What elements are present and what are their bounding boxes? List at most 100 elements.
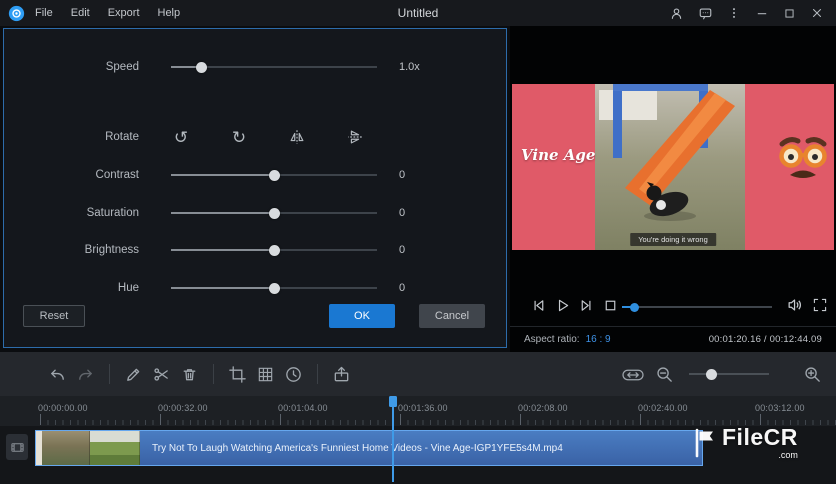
- filecr-flag-icon: [695, 428, 713, 458]
- contrast-value: 0: [399, 169, 406, 181]
- ok-button[interactable]: OK: [329, 304, 395, 328]
- contrast-slider-handle[interactable]: [268, 169, 280, 181]
- app-logo-icon: [8, 5, 25, 22]
- rotate-label: Rotate: [105, 131, 139, 143]
- close-button[interactable]: [810, 6, 824, 20]
- hue-slider[interactable]: [171, 280, 377, 296]
- duration-icon[interactable]: [284, 365, 303, 384]
- clip-thumbnail: [90, 431, 140, 465]
- cancel-button[interactable]: Cancel: [419, 304, 485, 328]
- hue-slider-handle[interactable]: [268, 282, 280, 294]
- toolbar-divider: [213, 364, 214, 384]
- video-track-icon: [6, 434, 28, 460]
- menu-help[interactable]: Help: [158, 7, 181, 19]
- saturation-value: 0: [399, 207, 406, 219]
- maximize-button[interactable]: [783, 7, 796, 20]
- toolbar-divider: [109, 364, 110, 384]
- feedback-icon[interactable]: [698, 6, 713, 21]
- delete-icon[interactable]: [180, 365, 199, 384]
- rotate-left-icon[interactable]: ↺: [171, 127, 191, 147]
- volume-icon[interactable]: [786, 296, 804, 314]
- ruler-label: 00:02:08.00: [518, 403, 568, 413]
- ruler-label: 00:01:04.00: [278, 403, 328, 413]
- speed-slider[interactable]: [171, 59, 377, 75]
- next-frame-button[interactable]: [578, 297, 595, 314]
- time-display: 00:01:20.16 / 00:12:44.09: [708, 334, 822, 345]
- export-icon[interactable]: [332, 365, 351, 384]
- hue-value: 0: [399, 282, 406, 294]
- saturation-slider-handle[interactable]: [268, 207, 280, 219]
- menu-file[interactable]: File: [35, 7, 53, 19]
- contrast-label: Contrast: [95, 169, 139, 181]
- ruler-ticks-major: [40, 414, 836, 425]
- reset-button[interactable]: Reset: [23, 305, 85, 327]
- preview-info-bar: Aspect ratio: 16 : 9 00:01:20.16 / 00:12…: [510, 326, 836, 352]
- video-caption: You're doing it wrong: [630, 233, 716, 246]
- zoom-in-icon[interactable]: [803, 365, 822, 384]
- fit-timeline-icon[interactable]: [620, 365, 646, 384]
- rotate-buttons: ↺ ↻: [171, 127, 365, 147]
- speed-row: Speed 1.0x: [4, 55, 506, 79]
- speed-slider-handle[interactable]: [196, 61, 208, 73]
- minimize-button[interactable]: [755, 6, 769, 20]
- saturation-slider-fill: [171, 212, 274, 214]
- ruler-label: 00:01:36.00: [398, 403, 448, 413]
- stop-button[interactable]: [602, 297, 619, 314]
- brightness-row: Brightness 0: [4, 238, 506, 262]
- menu-export[interactable]: Export: [108, 7, 140, 19]
- playhead-handle[interactable]: [389, 396, 397, 407]
- split-icon[interactable]: [152, 365, 171, 384]
- timeline-clip[interactable]: Try Not To Laugh Watching America's Funn…: [35, 430, 703, 466]
- zoom-out-icon[interactable]: [655, 365, 674, 384]
- brightness-slider[interactable]: [171, 242, 377, 258]
- timeline-panel: 00:00:00.00 00:00:32.00 00:01:04.00 00:0…: [0, 352, 836, 484]
- aspect-ratio-label: Aspect ratio:: [524, 334, 580, 345]
- ruler-label: 00:02:40.00: [638, 403, 688, 413]
- undo-icon[interactable]: [48, 365, 67, 384]
- edit-panel: Speed 1.0x Rotate ↺ ↻ Contrast 0 Saturat…: [3, 28, 507, 348]
- video-footage: [595, 84, 745, 250]
- previous-frame-button[interactable]: [530, 297, 547, 314]
- clip-name: Try Not To Laugh Watching America's Funn…: [152, 442, 563, 454]
- brightness-slider-handle[interactable]: [268, 244, 280, 256]
- zoom-slider[interactable]: [689, 367, 769, 381]
- app-window: File Edit Export Help Untitled Speed 1.0…: [0, 0, 836, 484]
- glasses-graphic: [779, 137, 827, 178]
- rotate-right-icon[interactable]: ↻: [229, 127, 249, 147]
- ruler-label: 00:00:00.00: [38, 403, 88, 413]
- flip-horizontal-icon[interactable]: [287, 127, 307, 147]
- progress-handle[interactable]: [629, 302, 639, 312]
- timeline-toolbar: [0, 352, 836, 396]
- zoom-slider-handle[interactable]: [705, 368, 717, 380]
- video-overlay-title: Vine Age: [521, 146, 596, 164]
- menu-bar: File Edit Export Help: [35, 7, 180, 19]
- progress-slider[interactable]: [622, 300, 772, 314]
- brightness-value: 0: [399, 244, 406, 256]
- rotate-row: Rotate ↺ ↻: [4, 125, 506, 149]
- edit-panel-buttons: Reset OK Cancel: [4, 301, 506, 331]
- fullscreen-icon[interactable]: [812, 297, 828, 313]
- progress-track[interactable]: [622, 306, 772, 308]
- titlebar-controls: [669, 6, 836, 21]
- playhead[interactable]: [389, 396, 397, 482]
- mosaic-icon[interactable]: [256, 365, 275, 384]
- aspect-ratio-value[interactable]: 16 : 9: [586, 334, 611, 345]
- menu-edit[interactable]: Edit: [71, 7, 90, 19]
- filecr-watermark: FileCR .com: [693, 426, 798, 460]
- saturation-slider[interactable]: [171, 205, 377, 221]
- edit-clip-icon[interactable]: [124, 365, 143, 384]
- redo-icon[interactable]: [76, 365, 95, 384]
- account-icon[interactable]: [669, 6, 684, 21]
- crop-icon[interactable]: [228, 365, 247, 384]
- play-button[interactable]: [554, 297, 571, 314]
- timeline-ruler[interactable]: 00:00:00.00 00:00:32.00 00:01:04.00 00:0…: [0, 396, 836, 426]
- more-options-icon[interactable]: [727, 6, 741, 20]
- flip-vertical-icon[interactable]: [345, 127, 365, 147]
- contrast-row: Contrast 0: [4, 163, 506, 187]
- filecr-domain: .com: [778, 450, 798, 460]
- preview-panel: Vine Age You're doing it wrong Aspect ra…: [510, 26, 836, 352]
- contrast-slider[interactable]: [171, 167, 377, 183]
- clip-thumbnail: [42, 431, 90, 465]
- titlebar: File Edit Export Help Untitled: [0, 0, 836, 26]
- zoom-slider-track[interactable]: [689, 373, 769, 375]
